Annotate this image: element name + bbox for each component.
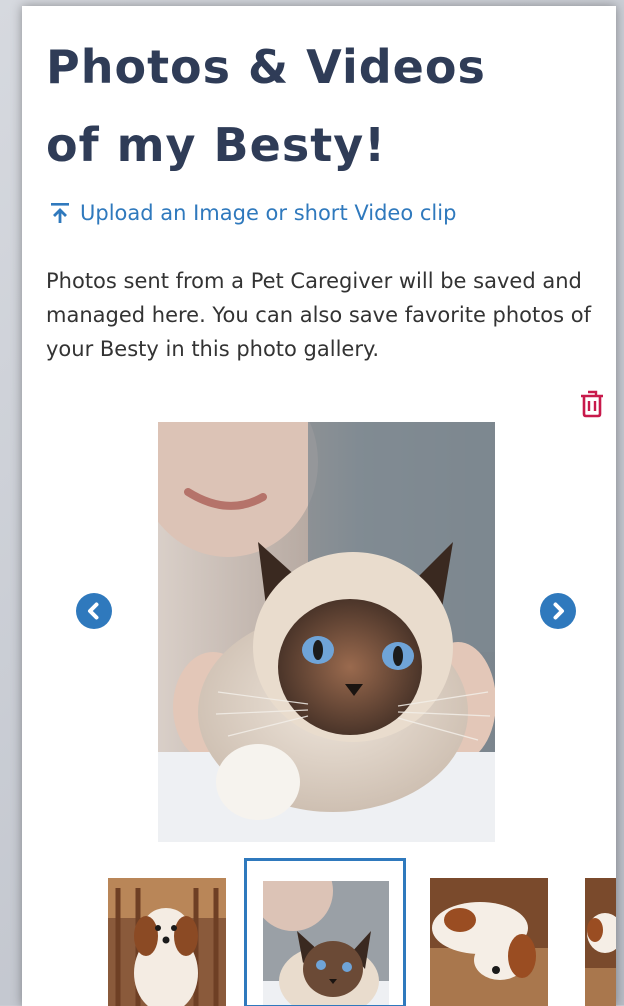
cat-thumbnail-image bbox=[263, 881, 389, 1005]
trash-icon bbox=[581, 390, 603, 418]
upload-link[interactable]: Upload an Image or short Video clip bbox=[50, 201, 456, 225]
thumbnail-cat-selected[interactable] bbox=[244, 858, 406, 1006]
page-title: Photos & Videos of my Besty! bbox=[46, 28, 586, 184]
page-title-line-2: of my Besty! bbox=[46, 118, 387, 172]
thumbnail-dog-3[interactable] bbox=[585, 878, 616, 1006]
delete-photo-button[interactable] bbox=[577, 388, 607, 420]
thumbnail-cat-inner bbox=[263, 881, 389, 1005]
thumbnail-dog-2[interactable] bbox=[430, 878, 548, 1006]
chevron-left-icon bbox=[88, 602, 99, 620]
thumbnail-dog-1[interactable] bbox=[108, 878, 226, 1006]
previous-photo-button[interactable] bbox=[76, 593, 112, 629]
dog-thumbnail-image bbox=[430, 878, 548, 1006]
upload-link-label: Upload an Image or short Video clip bbox=[80, 201, 457, 225]
next-photo-button[interactable] bbox=[540, 593, 576, 629]
page-title-line-1: Photos & Videos bbox=[46, 40, 486, 94]
chevron-right-icon bbox=[553, 602, 564, 620]
gallery-description: Photos sent from a Pet Caregiver will be… bbox=[46, 269, 591, 361]
gallery-card: Photos & Videos of my Besty! Upload an I… bbox=[22, 6, 616, 1006]
thumbnail-strip bbox=[22, 858, 616, 1006]
cat-photo-image bbox=[158, 422, 495, 842]
dog-thumbnail-image bbox=[108, 878, 226, 1006]
dog-thumbnail-image bbox=[585, 878, 616, 1006]
upload-arrow-icon bbox=[51, 203, 69, 223]
main-photo bbox=[158, 422, 495, 842]
